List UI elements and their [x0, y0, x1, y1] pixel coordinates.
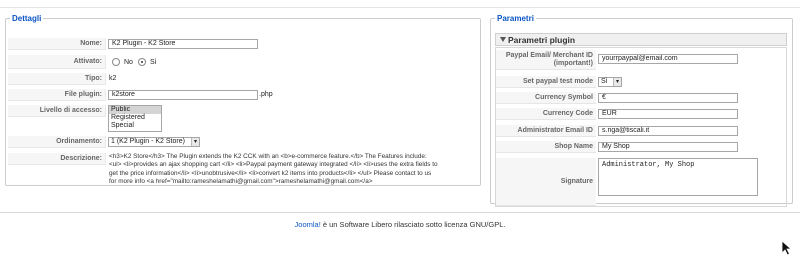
file-label: File plugin: — [64, 91, 102, 98]
chevron-down-icon: ▾ — [191, 138, 199, 146]
params-panel-body: Paypal Email/ Merchant ID (important!) y… — [495, 47, 787, 207]
description-label-cell: Descrizione: — [8, 153, 106, 165]
description-line: for more info <a href="mailto:rameshelam… — [109, 178, 373, 186]
name-input[interactable]: K2 Plugin - K2 Store — [108, 39, 258, 49]
access-option-registered[interactable]: Registered — [109, 114, 161, 122]
top-divider — [0, 7, 800, 8]
currency-code-label: Currency Code — [496, 108, 596, 120]
paypal-email-label: Paypal Email/ Merchant ID (important!) — [496, 50, 596, 70]
footer: Joomla! è un Software Libero rilasciato … — [0, 220, 800, 229]
enabled-no-radio[interactable] — [112, 58, 120, 66]
currency-code-label-text: Currency Code — [542, 110, 593, 117]
description-label: Descrizione: — [60, 155, 102, 162]
enabled-label: Attivato: — [73, 58, 102, 65]
shop-name-label: Shop Name — [496, 141, 596, 153]
name-label: Nome: — [80, 40, 102, 47]
access-option-public[interactable]: Public — [109, 106, 161, 114]
paypal-email-label-line1: Paypal Email/ Merchant ID — [505, 52, 593, 59]
footer-text: è un Software Libero rilasciato sotto li… — [320, 220, 506, 229]
shop-name-label-text: Shop Name — [554, 143, 593, 150]
enabled-yes-label: Sì — [150, 59, 157, 66]
file-input[interactable]: k2store — [108, 90, 258, 100]
access-listbox[interactable]: Public Registered Special — [108, 105, 162, 132]
admin-email-label: Administrator Email ID — [496, 125, 596, 137]
admin-email-input[interactable]: s.riga@tiscali.it — [598, 126, 738, 136]
test-mode-value: Sì — [601, 78, 608, 85]
order-select[interactable]: 1 (K2 Plugin - K2 Store) ▾ — [108, 137, 200, 147]
paypal-email-input[interactable]: yourrpaypal@email.com — [598, 54, 738, 64]
order-label-cell: Ordinamento: — [8, 136, 106, 148]
access-option-special[interactable]: Special — [109, 122, 161, 130]
access-label: Livello di accesso: — [39, 107, 102, 114]
description-text: <h3>K2 Store</h3> The Plugin extends the… — [109, 153, 438, 187]
access-label-cell: Livello di accesso: — [8, 105, 106, 117]
params-fieldset: Parametri Parametri plugin Paypal Email/… — [490, 14, 793, 207]
test-mode-label-text: Set paypal test mode — [522, 78, 593, 85]
signature-textarea[interactable]: Administrator, My Shop — [598, 158, 758, 196]
test-mode-select[interactable]: Sì ▾ — [598, 77, 622, 87]
currency-symbol-label-text: Currency Symbol — [535, 94, 593, 101]
test-mode-label: Set paypal test mode — [496, 76, 596, 88]
order-select-value: 1 (K2 Plugin - K2 Store) — [111, 138, 185, 145]
signature-label-text: Signature — [560, 178, 593, 185]
collapse-triangle-icon — [500, 37, 506, 42]
order-label: Ordinamento: — [56, 138, 102, 145]
type-label-cell: Tipo: — [8, 73, 106, 85]
signature-label: Signature — [496, 158, 596, 206]
name-label-cell: Nome: — [8, 38, 106, 50]
details-legend: Dettagli — [12, 14, 42, 23]
type-label: Tipo: — [85, 75, 102, 82]
description-line: get the price information</li> <li>unobt… — [109, 169, 432, 177]
details-fieldset: Dettagli Nome: K2 Plugin - K2 Store Atti… — [5, 14, 481, 186]
shop-name-input[interactable]: My Shop — [598, 142, 738, 152]
currency-code-input[interactable]: EUR — [598, 109, 738, 119]
enabled-no-label: No — [124, 59, 133, 66]
admin-email-label-text: Administrator Email ID — [517, 127, 593, 134]
currency-symbol-input[interactable]: € — [598, 93, 738, 103]
file-label-cell: File plugin: — [8, 89, 106, 101]
file-suffix: .php — [259, 91, 273, 98]
description-line: <h3>K2 Store</h3> The Plugin extends the… — [109, 153, 427, 160]
description-line: <ul> <li>provides an ajax shopping cart … — [109, 161, 438, 169]
enabled-yes-radio[interactable] — [138, 58, 146, 66]
currency-symbol-label: Currency Symbol — [496, 92, 596, 104]
footer-divider — [0, 212, 800, 213]
enabled-label-cell: Attivato: — [8, 55, 106, 69]
params-legend: Parametri — [497, 14, 534, 23]
joomla-link[interactable]: Joomla! — [295, 220, 321, 229]
chevron-down-icon: ▾ — [613, 78, 621, 86]
params-panel-header[interactable]: Parametri plugin — [495, 33, 787, 46]
paypal-email-label-line2: (important!) — [553, 60, 593, 67]
params-panel-title: Parametri plugin — [508, 35, 576, 45]
type-value: k2 — [109, 75, 117, 82]
